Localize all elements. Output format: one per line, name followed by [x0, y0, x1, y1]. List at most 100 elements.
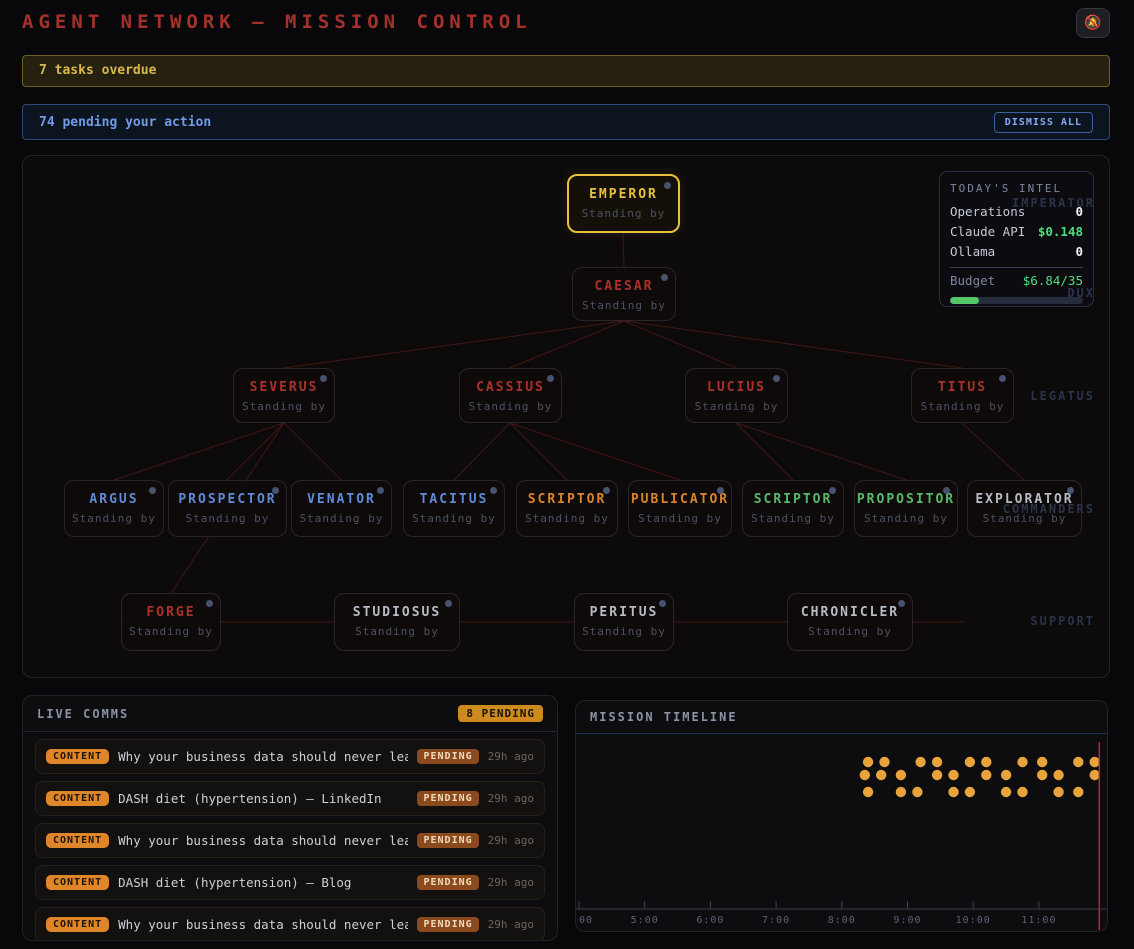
status-dot [206, 600, 213, 607]
agent-name: CAESAR [573, 279, 675, 294]
content-tag-badge: CONTENT [46, 791, 109, 806]
intel-label: Ollama [950, 244, 995, 259]
live-comms-list: CONTENT Why your business data should nev… [23, 739, 557, 941]
svg-text:9:00: 9:00 [893, 915, 921, 926]
comm-list-item[interactable]: CONTENTWhy your business data should nev… [35, 739, 545, 774]
agent-node-argus-6[interactable]: ARGUSStanding by [64, 480, 164, 537]
content-tag-badge: CONTENT [46, 749, 109, 764]
agent-node-scriptor-10[interactable]: SCRIPTOR Standing by [516, 480, 618, 537]
agent-node-forge-15[interactable]: FORGEStanding by [121, 593, 221, 651]
agent-name: TITUS [912, 380, 1013, 395]
agent-status: Standing by [460, 400, 561, 413]
agent-node-chronicler-18[interactable]: CHRONICLER Standing by [787, 593, 913, 651]
agent-name: LUCIUS [686, 380, 787, 395]
pending-count-badge: 8 PENDING [458, 705, 543, 722]
comm-timestamp: 29h ago [488, 834, 534, 847]
intel-row-operations: Operations 0 [950, 204, 1083, 219]
agent-name: CHRONICLER [788, 605, 912, 620]
agent-name: SCRIPTOR [743, 492, 843, 507]
mission-timeline-title: MISSION TIMELINE [590, 710, 738, 724]
comm-list-item[interactable]: CONTENTDASH diet (hypertension) — Linked… [35, 781, 545, 816]
svg-text:5:00: 5:00 [631, 915, 659, 926]
status-dot [547, 375, 554, 382]
budget-progress-track [950, 297, 1083, 304]
status-dot [445, 600, 452, 607]
agent-node-studiosus-16[interactable]: STUDIOSUSStanding by [334, 593, 460, 651]
live-comms-title: LIVE COMMS [37, 707, 129, 721]
agent-name: EMPEROR [569, 187, 678, 202]
agent-name: PROSPECTOR [169, 492, 286, 507]
agent-node-lucius-4[interactable]: LUCIUSStanding by [685, 368, 788, 423]
status-dot [603, 487, 610, 494]
agent-status: Standing by [517, 512, 617, 525]
agent-node-severus-2[interactable]: SEVERUSStanding by [233, 368, 335, 423]
mission-timeline-panel: MISSION TIMELINE 4:005:006:007:008:009:0… [575, 700, 1108, 932]
agent-status: Standing by [573, 299, 675, 312]
bell-slash-icon: 🔕 [1084, 15, 1101, 31]
svg-text:11:00: 11:00 [1021, 915, 1056, 926]
agent-name: FORGE [122, 605, 220, 620]
svg-text:10:00: 10:00 [956, 915, 991, 926]
status-dot [377, 487, 384, 494]
budget-value: $6.84/35 [1023, 273, 1083, 288]
agent-status: Standing by [169, 512, 286, 525]
agent-status: Standing by [234, 400, 334, 413]
agent-node-tacitus-9[interactable]: TACITUSStanding by [403, 480, 505, 537]
agent-node-emperor-0[interactable]: EMPEROR Standing by [567, 174, 680, 233]
agent-node-publicator-11[interactable]: PUBLICATORStanding by [628, 480, 732, 537]
agent-status: Standing by [788, 625, 912, 638]
agent-status: Standing by [575, 625, 673, 638]
intel-label: Claude API [950, 224, 1025, 239]
agent-node-caesar-1[interactable]: CAESAR Standing by [572, 267, 676, 321]
agent-name: SCRIPTOR [517, 492, 617, 507]
agent-name: VENATOR [292, 492, 391, 507]
divider [950, 267, 1083, 268]
agent-status: Standing by [569, 207, 678, 220]
status-dot [272, 487, 279, 494]
agent-node-cassius-3[interactable]: CASSIUSStanding by [459, 368, 562, 423]
overdue-alert-text: 7 tasks overdue [39, 63, 156, 78]
agent-node-venator-8[interactable]: VENATORStanding by [291, 480, 392, 537]
agent-name: EXPLORATOR [968, 492, 1081, 507]
agent-node-propositor-13[interactable]: PROPOSITORStanding by [854, 480, 958, 537]
intel-value: 0 [1075, 204, 1083, 219]
notifications-muted-button[interactable]: 🔕 [1076, 8, 1110, 38]
mission-timeline-header: MISSION TIMELINE [576, 701, 1107, 734]
comm-list-item[interactable]: CONTENTWhy your business data should nev… [35, 907, 545, 941]
content-tag-badge: CONTENT [46, 917, 109, 932]
agent-name: PERITUS [575, 605, 673, 620]
agent-node-peritus-17[interactable]: PERITUS Standing by [574, 593, 674, 651]
agent-network-canvas: EMPERORStanding byCAESARStanding bySEVER… [22, 155, 1110, 678]
status-dot [664, 182, 671, 189]
comm-status-badge: PENDING [417, 875, 478, 890]
intel-row-claude-api: Claude API $0.148 [950, 224, 1083, 239]
svg-text:6:00: 6:00 [696, 915, 724, 926]
pending-alert-banner: 74 pending your action DISMISS ALL [22, 104, 1110, 140]
content-tag-badge: CONTENT [46, 875, 109, 890]
agent-node-prospector-7[interactable]: PROSPECTOR Standing by [168, 480, 287, 537]
svg-text:8:00: 8:00 [828, 915, 856, 926]
timeline-plot: 4:005:006:007:008:009:0010:0011:00 [576, 734, 1108, 932]
intel-label: Operations [950, 204, 1025, 219]
agent-status: Standing by [743, 512, 843, 525]
agent-status: Standing by [335, 625, 459, 638]
agent-node-explorator-14[interactable]: EXPLORATOR Standing by [967, 480, 1082, 537]
agent-node-scriptor-12[interactable]: SCRIPTOR Standing by [742, 480, 844, 537]
agent-status: Standing by [65, 512, 163, 525]
live-comms-header: LIVE COMMS 8 PENDING [23, 696, 557, 732]
budget-progress-fill [950, 297, 979, 304]
svg-text:7:00: 7:00 [762, 915, 790, 926]
intel-value: 0 [1075, 244, 1083, 259]
comm-timestamp: 29h ago [488, 750, 534, 763]
live-comms-panel: LIVE COMMS 8 PENDING CONTENT Why your bus… [22, 695, 558, 941]
page-title: AGENT NETWORK — MISSION CONTROL [22, 11, 532, 33]
agent-status: Standing by [968, 512, 1081, 525]
comm-item-title: Why your business data should never leav… [118, 833, 408, 848]
dismiss-all-button[interactable]: DISMISS ALL [994, 112, 1093, 133]
comm-status-badge: PENDING [417, 749, 478, 764]
status-dot [659, 600, 666, 607]
comm-list-item[interactable]: CONTENTDASH diet (hypertension) — BlogPE… [35, 865, 545, 900]
agent-node-titus-5[interactable]: TITUSStanding by [911, 368, 1014, 423]
agent-name: TACITUS [404, 492, 504, 507]
comm-list-item[interactable]: CONTENTWhy your business data should nev… [35, 823, 545, 858]
